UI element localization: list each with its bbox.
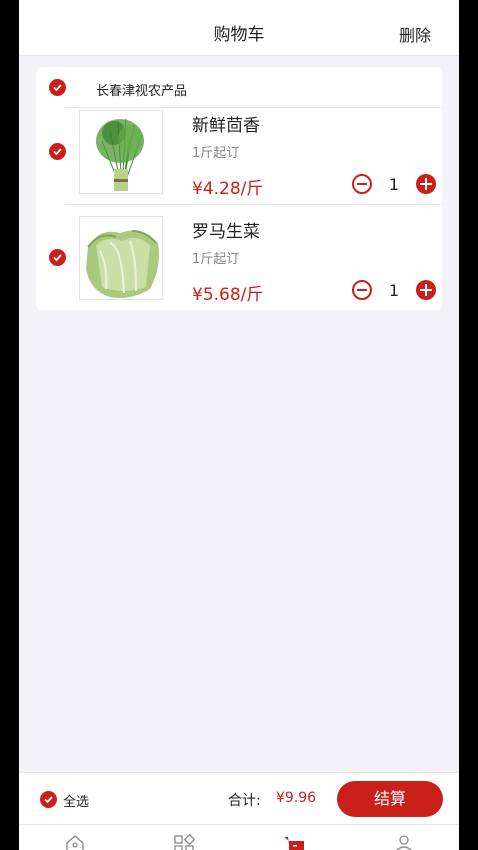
decrease-quantity-button[interactable] (352, 174, 372, 194)
quantity-value: 1 (388, 281, 400, 300)
product-image-romaine[interactable] (79, 216, 163, 300)
decrease-quantity-button[interactable] (352, 280, 372, 300)
product-image-fennel[interactable] (79, 110, 163, 194)
product-price: ¥4.28/斤 (192, 179, 264, 199)
total-label: 合计: (228, 793, 261, 809)
increase-quantity-button[interactable] (416, 174, 436, 194)
quantity-value: 1 (388, 175, 400, 194)
page-title: 购物车 (213, 25, 265, 45)
nav-bar: 购物车 删除 (19, 0, 459, 56)
checkout-button[interactable]: 结算 (337, 781, 443, 817)
product-name[interactable]: 新鲜茴香 (192, 111, 260, 136)
user-icon[interactable] (393, 833, 415, 850)
select-all-label[interactable]: 全选 (63, 791, 89, 810)
divider (65, 107, 441, 108)
tab-bar (19, 824, 459, 850)
total-value: ¥9.96 (276, 790, 317, 806)
divider (65, 204, 441, 205)
product-name[interactable]: 罗马生菜 (192, 217, 260, 242)
checkout-bar: 全选 合计: ¥9.96 结算 (19, 772, 459, 824)
store-name: 长春津视农产品 (96, 84, 188, 99)
min-order-text: 1斤起订 (192, 252, 240, 267)
increase-quantity-button[interactable] (416, 280, 436, 300)
phone-screen: 购物车 删除 长春津视农产品 新鲜茴香 1斤起订 ¥4.28/斤 1 罗马生菜 … (19, 0, 459, 850)
item-check-icon[interactable] (49, 143, 66, 160)
home-icon[interactable] (64, 833, 86, 850)
category-icon[interactable] (173, 833, 196, 850)
item-check-icon[interactable] (49, 249, 66, 266)
cart-icon[interactable] (283, 833, 305, 850)
store-card: 长春津视农产品 新鲜茴香 1斤起订 ¥4.28/斤 1 罗马生菜 1斤起订 ¥5… (36, 67, 442, 310)
delete-button[interactable]: 删除 (399, 22, 431, 46)
min-order-text: 1斤起订 (192, 146, 240, 161)
select-all-check-icon[interactable] (40, 791, 57, 808)
store-check-icon[interactable] (49, 79, 66, 96)
product-price: ¥5.68/斤 (192, 285, 264, 305)
